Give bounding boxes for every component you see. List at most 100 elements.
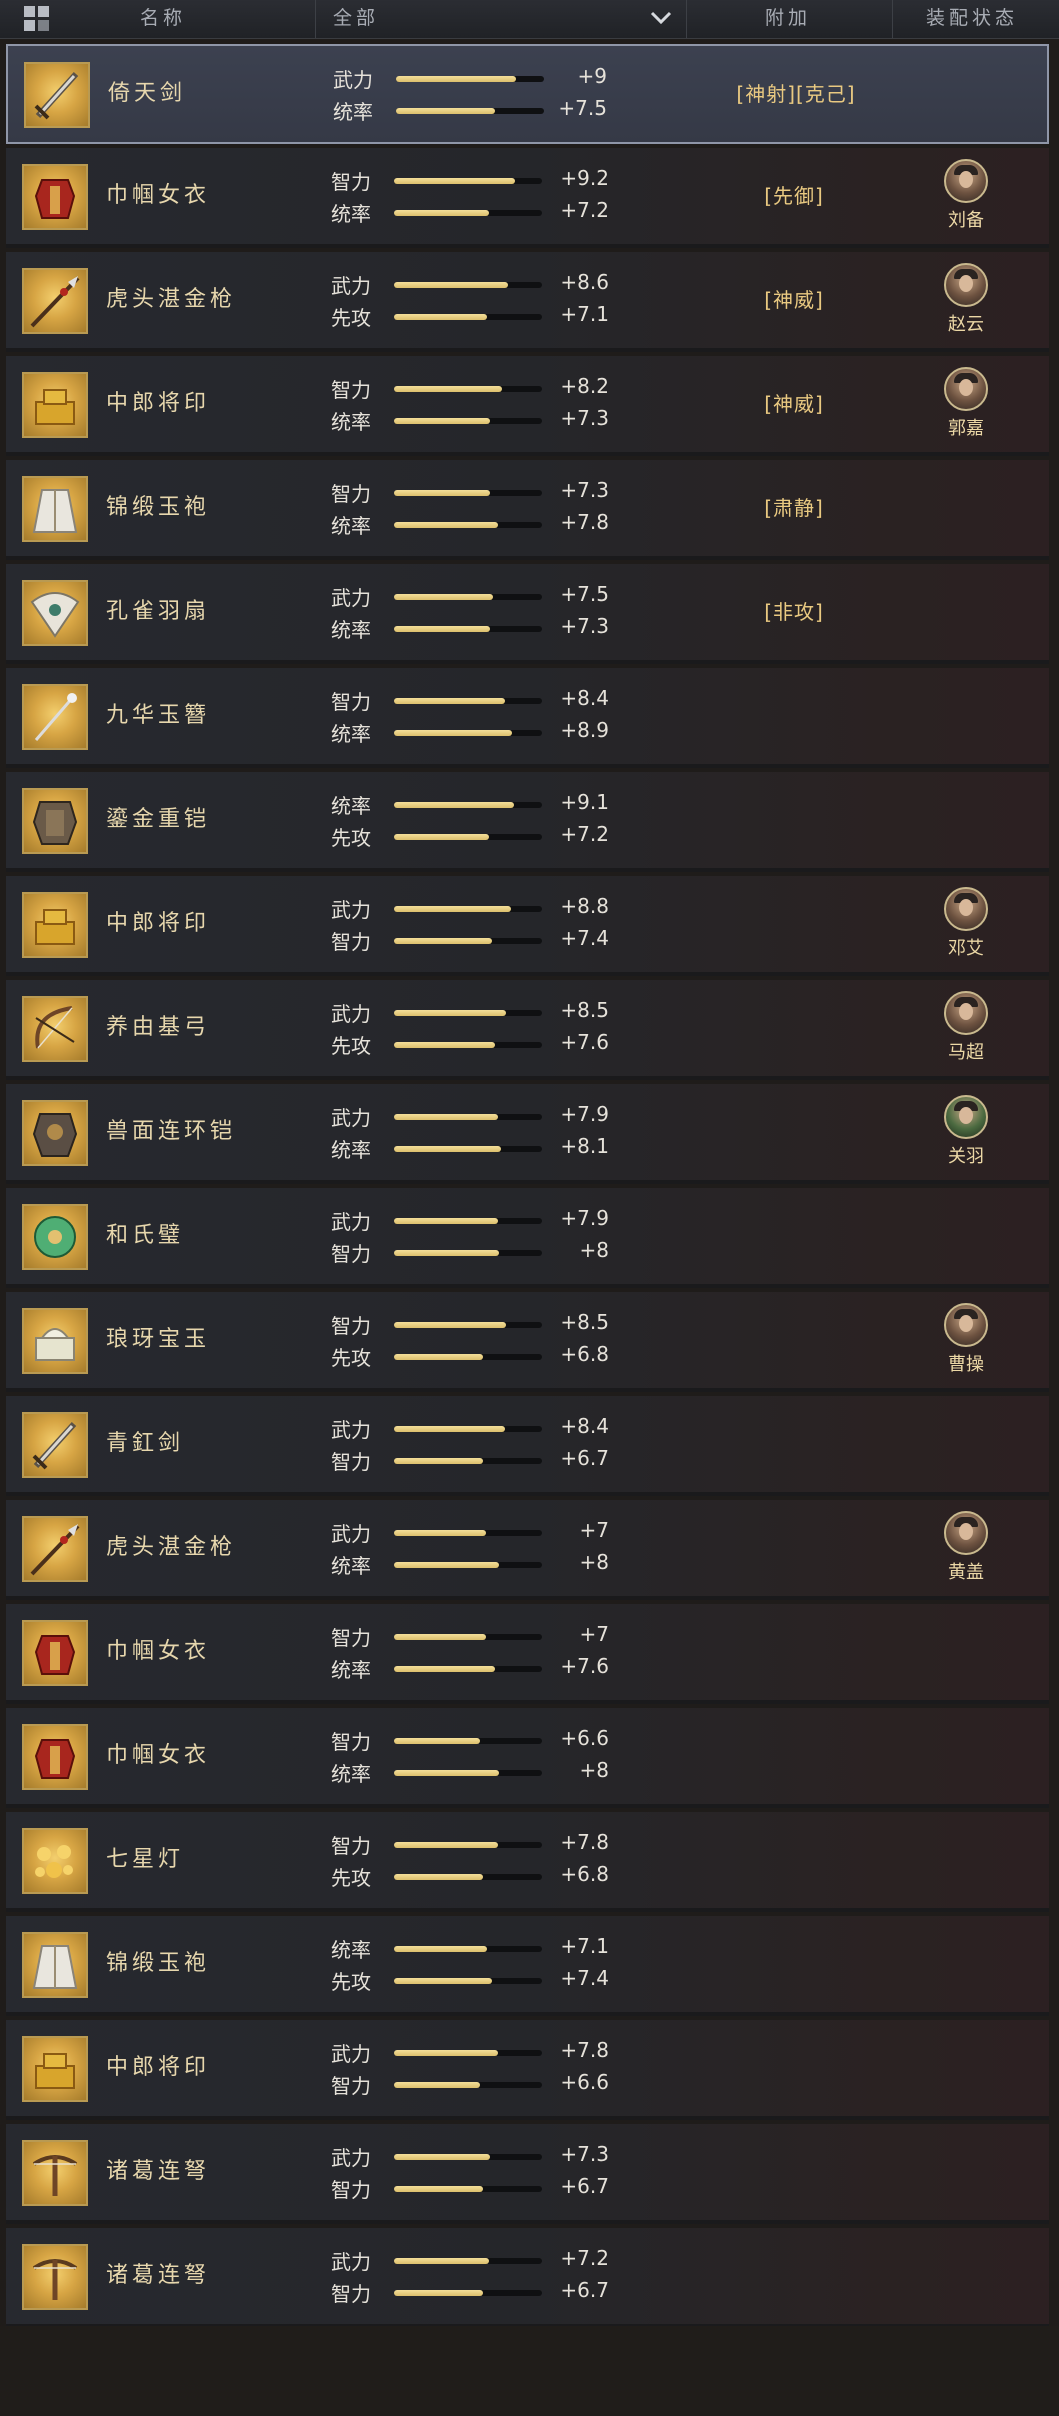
- general-avatar[interactable]: [944, 991, 988, 1035]
- general-avatar[interactable]: [944, 1511, 988, 1555]
- stat-bar-fill: [394, 1042, 495, 1048]
- stat-value: +7.8: [560, 2038, 609, 2062]
- stat-label: 智力: [331, 482, 371, 506]
- grid-view-icon[interactable]: [24, 6, 50, 32]
- stat-bar-fill: [394, 906, 511, 912]
- stat-value: +9: [577, 64, 607, 88]
- equipment-row[interactable]: 鎏金重铠 统率 +9.1 先攻 +7.2: [6, 772, 1049, 872]
- equipment-row[interactable]: 锦缎玉袍 统率 +7.1 先攻 +7.4: [6, 1916, 1049, 2016]
- equipment-name: 锦缎玉袍: [106, 495, 211, 520]
- stat-value: +7.2: [560, 822, 609, 846]
- equipment-row[interactable]: 九华玉簪 智力 +8.4 统率 +8.9: [6, 668, 1049, 768]
- column-status-header[interactable]: 装配状态: [926, 0, 1018, 38]
- stat-value: +8.9: [560, 718, 609, 742]
- stat-label: 先攻: [331, 1866, 371, 1890]
- equipment-name: 中郎将印: [106, 391, 211, 416]
- stat-label: 统率: [331, 202, 371, 226]
- equipment-name: 虎头湛金枪: [106, 287, 237, 312]
- stat-value: +7.2: [560, 198, 609, 222]
- stat-value: +7: [579, 1622, 609, 1646]
- equipment-name: 七星灯: [106, 1847, 185, 1872]
- general-avatar[interactable]: [944, 1095, 988, 1139]
- red-armor-icon: [22, 164, 88, 230]
- equipment-row[interactable]: 巾帼女衣 智力 +6.6 统率 +8: [6, 1708, 1049, 1808]
- stat-value: +7.4: [560, 926, 609, 950]
- equipment-row[interactable]: 诸葛连弩 武力 +7.3 智力 +6.7: [6, 2124, 1049, 2224]
- beast-armor-icon: [22, 1100, 88, 1166]
- crossbow-icon: [22, 2140, 88, 2206]
- stat-bar-fill: [394, 626, 491, 632]
- stat-value: +6.6: [560, 2070, 609, 2094]
- stat-bar-fill: [394, 1666, 495, 1672]
- robe-icon: [22, 476, 88, 542]
- equipment-row[interactable]: 倚天剑 武力 +9 统率 +7.5 [神射][克己]: [6, 44, 1049, 144]
- bonus-tags: [神射][克己]: [736, 82, 856, 106]
- equipment-row[interactable]: 巾帼女衣 智力 +9.2 统率 +7.2 [先御] 刘备: [6, 148, 1049, 248]
- stat-label: 武力: [331, 1522, 371, 1546]
- general-avatar[interactable]: [944, 367, 988, 411]
- equipment-row[interactable]: 中郎将印 武力 +8.8 智力 +7.4 邓艾: [6, 876, 1049, 976]
- stat-bar-fill: [394, 1978, 492, 1984]
- equipment-row[interactable]: 锦缎玉袍 智力 +7.3 统率 +7.8 [肃静]: [6, 460, 1049, 560]
- general-name: 郭嘉: [948, 418, 984, 439]
- column-bonus-header[interactable]: 附加: [765, 0, 811, 38]
- stat-bar-fill: [394, 1218, 498, 1224]
- stat-value: +7.3: [560, 2142, 609, 2166]
- stat-label: 智力: [331, 1314, 371, 1338]
- stat-value: +7: [579, 1518, 609, 1542]
- robe-icon: [22, 1932, 88, 1998]
- equipment-name: 青釭剑: [106, 1431, 185, 1456]
- stat-value: +7.4: [560, 1966, 609, 1990]
- stat-label: 智力: [331, 930, 371, 954]
- general-name: 赵云: [948, 314, 984, 335]
- filter-select-value[interactable]: 全部: [333, 0, 379, 38]
- stat-label: 统率: [331, 722, 371, 746]
- heavy-armor-icon: [22, 788, 88, 854]
- stat-bar-fill: [394, 2258, 489, 2264]
- stat-label: 智力: [331, 1450, 371, 1474]
- jade-seal-icon: [22, 1308, 88, 1374]
- equipment-row[interactable]: 中郎将印 武力 +7.8 智力 +6.6: [6, 2020, 1049, 2120]
- equipment-name: 巾帼女衣: [106, 1639, 211, 1664]
- stat-value: +7.9: [560, 1102, 609, 1126]
- general-avatar[interactable]: [944, 263, 988, 307]
- general-avatar[interactable]: [944, 887, 988, 931]
- lamp-icon: [22, 1828, 88, 1894]
- bow-icon: [22, 996, 88, 1062]
- stat-bar-fill: [394, 282, 508, 288]
- stat-label: 统率: [331, 1762, 371, 1786]
- chevron-down-icon[interactable]: [650, 10, 672, 26]
- equipment-row[interactable]: 兽面连环铠 武力 +7.9 统率 +8.1 关羽: [6, 1084, 1049, 1184]
- sword-icon: [24, 62, 90, 128]
- equipment-row[interactable]: 虎头湛金枪 武力 +7 统率 +8 黄盖: [6, 1500, 1049, 1600]
- equipment-row[interactable]: 诸葛连弩 武力 +7.2 智力 +6.7: [6, 2228, 1049, 2328]
- equipment-name: 和氏璧: [106, 1223, 185, 1248]
- general-name: 关羽: [948, 1146, 984, 1167]
- equipment-row[interactable]: 琅玡宝玉 智力 +8.5 先攻 +6.8 曹操: [6, 1292, 1049, 1392]
- stat-label: 先攻: [331, 1346, 371, 1370]
- stat-label: 武力: [331, 898, 371, 922]
- stat-label: 智力: [331, 690, 371, 714]
- equipment-row[interactable]: 养由基弓 武力 +8.5 先攻 +7.6 马超: [6, 980, 1049, 1080]
- general-avatar[interactable]: [944, 1303, 988, 1347]
- equipment-row[interactable]: 虎头湛金枪 武力 +8.6 先攻 +7.1 [神威] 赵云: [6, 252, 1049, 352]
- stat-label: 武力: [331, 1210, 371, 1234]
- seal-icon: [22, 892, 88, 958]
- spear-icon: [22, 1516, 88, 1582]
- column-name-header[interactable]: 名称: [140, 0, 186, 38]
- equipment-row[interactable]: 七星灯 智力 +7.8 先攻 +6.8: [6, 1812, 1049, 1912]
- equipment-row[interactable]: 孔雀羽扇 武力 +7.5 统率 +7.3 [非攻]: [6, 564, 1049, 664]
- stat-bar-fill: [394, 2082, 480, 2088]
- stat-value: +8.8: [560, 894, 609, 918]
- equipment-name: 兽面连环铠: [106, 1119, 237, 1144]
- stat-label: 智力: [331, 2178, 371, 2202]
- stat-value: +8.4: [560, 1414, 609, 1438]
- equipment-name: 中郎将印: [106, 2055, 211, 2080]
- equipment-row[interactable]: 中郎将印 智力 +8.2 统率 +7.3 [神威] 郭嘉: [6, 356, 1049, 456]
- general-avatar[interactable]: [944, 159, 988, 203]
- stat-bar-fill: [394, 1146, 501, 1152]
- sword-icon: [22, 1412, 88, 1478]
- equipment-row[interactable]: 和氏璧 武力 +7.9 智力 +8: [6, 1188, 1049, 1288]
- equipment-row[interactable]: 青釭剑 武力 +8.4 智力 +6.7: [6, 1396, 1049, 1496]
- equipment-row[interactable]: 巾帼女衣 智力 +7 统率 +7.6: [6, 1604, 1049, 1704]
